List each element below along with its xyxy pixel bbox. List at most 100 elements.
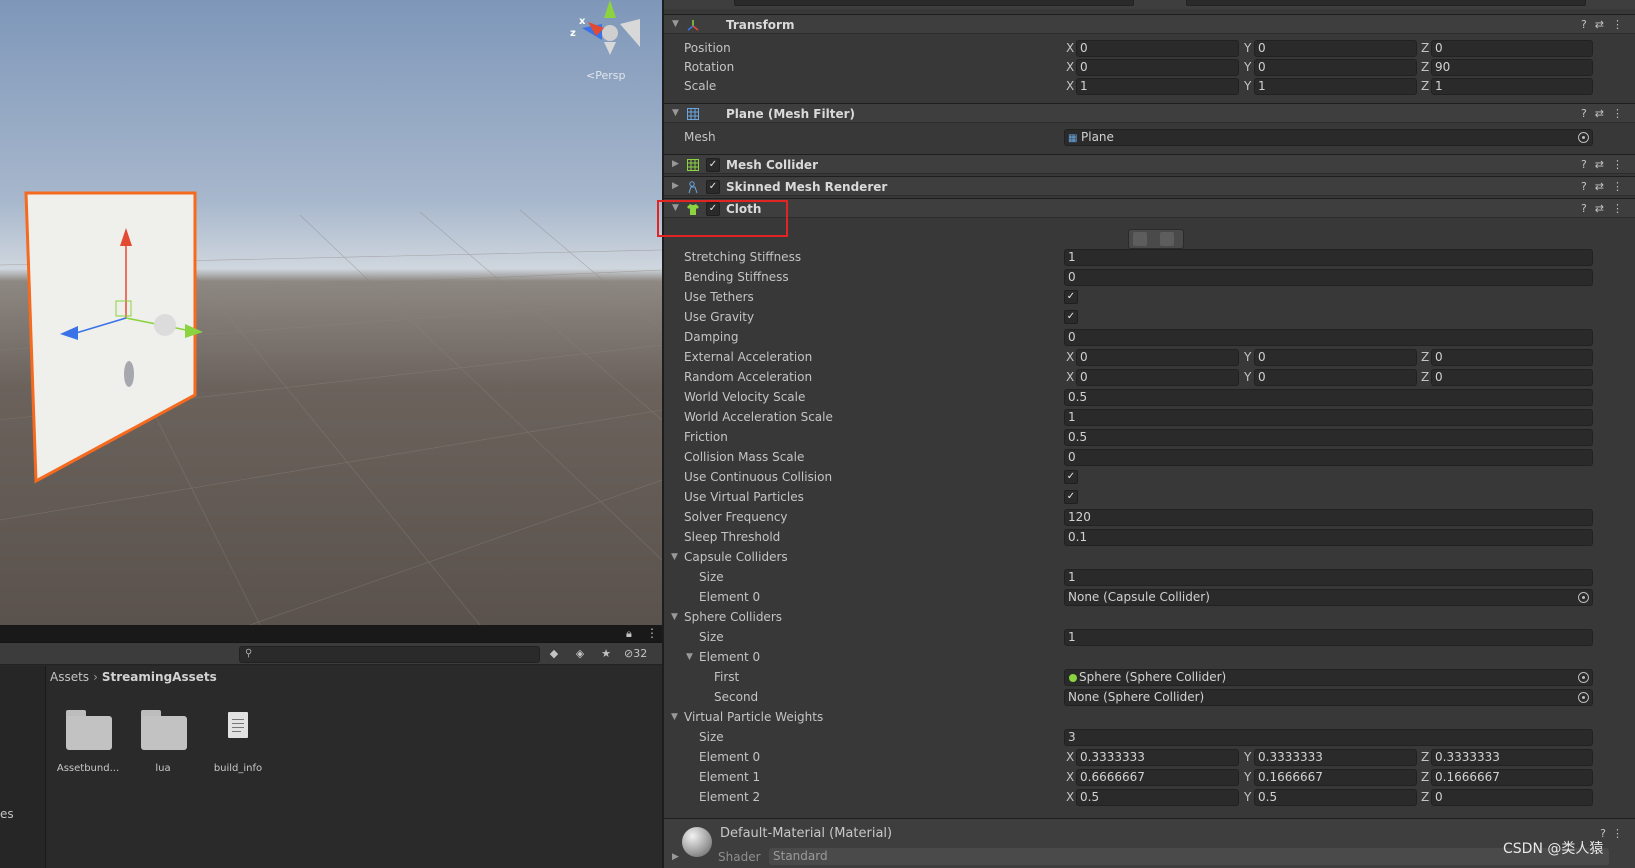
- x-axis-label[interactable]: X: [1066, 770, 1074, 784]
- vpw-element0-y-field[interactable]: 0.3333333: [1254, 749, 1417, 766]
- vpw-element1-y-field[interactable]: 0.1666667: [1254, 769, 1417, 786]
- position-z-field[interactable]: 0: [1431, 40, 1593, 57]
- edit-self-collision-icon[interactable]: [1160, 232, 1174, 246]
- material-header-icons[interactable]: ?⋮: [1600, 827, 1629, 840]
- z-axis-label[interactable]: Z: [1421, 60, 1429, 74]
- y-axis-label[interactable]: Y: [1244, 750, 1251, 764]
- world-velocity-scale-field[interactable]: 0.5: [1064, 389, 1593, 406]
- collision-mass-scale-field[interactable]: 0: [1064, 449, 1593, 466]
- asset-item[interactable]: Assetbund...: [50, 706, 126, 774]
- vpw-element2-z-field[interactable]: 0: [1431, 789, 1593, 806]
- y-axis-label[interactable]: Y: [1244, 790, 1251, 804]
- use-continuous-collision-checkbox[interactable]: ✓: [1064, 470, 1078, 484]
- component-header-icons[interactable]: ?⇄⋮: [1581, 180, 1631, 193]
- scene-canvas[interactable]: [0, 0, 662, 625]
- object-picker-icon[interactable]: [1578, 592, 1589, 603]
- y-axis-label[interactable]: Y: [1244, 370, 1251, 384]
- virtual-particle-weights-foldout[interactable]: ▼ Virtual Particle Weights: [664, 708, 1635, 727]
- tree-item-label[interactable]: es: [0, 807, 14, 821]
- search-by-type-icon[interactable]: ◆: [544, 645, 564, 663]
- asset-item[interactable]: lua: [125, 706, 201, 774]
- foldout-closed-icon[interactable]: ▶: [672, 159, 679, 169]
- x-axis-label[interactable]: X: [1066, 790, 1074, 804]
- foldout-open-icon[interactable]: ▼: [671, 552, 678, 562]
- random-acceleration-x-field[interactable]: 0: [1076, 369, 1239, 386]
- vpw-element1-x-field[interactable]: 0.6666667: [1076, 769, 1239, 786]
- position-y-field[interactable]: 0: [1254, 40, 1417, 57]
- vpw-element2-x-field[interactable]: 0.5: [1076, 789, 1239, 806]
- breadcrumb-assets[interactable]: Assets: [50, 670, 89, 684]
- layer-dropdown[interactable]: [1186, 0, 1586, 6]
- rotation-z-field[interactable]: 90: [1431, 59, 1593, 76]
- z-axis-label[interactable]: Z: [1421, 790, 1429, 804]
- z-axis-label[interactable]: Z: [1421, 79, 1429, 93]
- mesh-filter-header[interactable]: ▼ Plane (Mesh Filter) ?⇄⋮: [664, 103, 1635, 123]
- component-header-icons[interactable]: ?⇄⋮: [1581, 18, 1631, 31]
- vpw-element0-x-field[interactable]: 0.3333333: [1076, 749, 1239, 766]
- mesh-collider-enabled-checkbox[interactable]: ✓: [706, 158, 720, 172]
- foldout-open-icon[interactable]: ▼: [672, 19, 679, 29]
- breadcrumb-streamingassets[interactable]: StreamingAssets: [102, 670, 217, 684]
- y-axis-label[interactable]: Y: [1244, 79, 1251, 93]
- persp-toggle[interactable]: <Persp: [586, 69, 625, 82]
- cloth-header[interactable]: ▼ ✓ Cloth ?⇄⋮: [664, 198, 1635, 218]
- asset-item[interactable]: build_info: [200, 706, 276, 774]
- z-axis-label[interactable]: Z: [1421, 770, 1429, 784]
- x-axis-label[interactable]: X: [1066, 350, 1074, 364]
- bending-stiffness-field[interactable]: 0: [1064, 269, 1593, 286]
- foldout-open-icon[interactable]: ▼: [671, 612, 678, 622]
- capsule-element0-field[interactable]: None (Capsule Collider): [1064, 589, 1593, 606]
- sphere-object[interactable]: [154, 314, 176, 336]
- scale-y-field[interactable]: 1: [1254, 78, 1417, 95]
- damping-field[interactable]: 0: [1064, 329, 1593, 346]
- external-acceleration-y-field[interactable]: 0: [1254, 349, 1417, 366]
- object-picker-icon[interactable]: [1578, 692, 1589, 703]
- object-picker-icon[interactable]: [1578, 672, 1589, 683]
- foldout-closed-icon[interactable]: ▶: [672, 181, 679, 191]
- sphere-colliders-foldout[interactable]: ▼ Sphere Colliders: [664, 608, 1635, 627]
- lock-icon[interactable]: 🔒︎: [626, 627, 632, 641]
- y-axis-label[interactable]: Y: [1244, 41, 1251, 55]
- stretching-stiffness-field[interactable]: 1: [1064, 249, 1593, 266]
- sphere-size-field[interactable]: 1: [1064, 629, 1593, 646]
- capsule-size-field[interactable]: 1: [1064, 569, 1593, 586]
- sleep-threshold-field[interactable]: 0.1: [1064, 529, 1593, 546]
- x-axis-label[interactable]: X: [1066, 41, 1074, 55]
- edit-cloth-constraints-icon[interactable]: [1133, 232, 1147, 246]
- external-acceleration-x-field[interactable]: 0: [1076, 349, 1239, 366]
- use-virtual-particles-checkbox[interactable]: ✓: [1064, 490, 1078, 504]
- scene-view[interactable]: x z <Persp: [0, 0, 662, 625]
- skinned-mesh-renderer-enabled-checkbox[interactable]: ✓: [706, 180, 720, 194]
- z-axis-label[interactable]: Z: [1421, 41, 1429, 55]
- rotation-x-field[interactable]: 0: [1076, 59, 1239, 76]
- foldout-open-icon[interactable]: ▼: [686, 652, 693, 662]
- foldout-open-icon[interactable]: ▼: [671, 712, 678, 722]
- transform-header[interactable]: ▼ Transform ?⇄⋮: [664, 14, 1635, 34]
- sphere-second-field[interactable]: None (Sphere Collider): [1064, 689, 1593, 706]
- world-acceleration-scale-field[interactable]: 1: [1064, 409, 1593, 426]
- more-menu-icon[interactable]: ⋮: [646, 626, 658, 640]
- tag-dropdown[interactable]: [734, 0, 1134, 6]
- x-axis-label[interactable]: X: [1066, 79, 1074, 93]
- component-header-icons[interactable]: ?⇄⋮: [1581, 202, 1631, 215]
- search-input[interactable]: ⚲: [239, 646, 540, 663]
- capsule-colliders-foldout[interactable]: ▼ Capsule Colliders: [664, 548, 1635, 567]
- use-gravity-checkbox[interactable]: ✓: [1064, 310, 1078, 324]
- z-axis-label[interactable]: Z: [1421, 750, 1429, 764]
- scale-x-field[interactable]: 1: [1076, 78, 1239, 95]
- component-header-icons[interactable]: ?⇄⋮: [1581, 158, 1631, 171]
- object-picker-icon[interactable]: [1578, 132, 1589, 143]
- material-section[interactable]: Default-Material (Material) ?⋮ ▶ Shader …: [664, 818, 1635, 868]
- mesh-collider-header[interactable]: ▶ ✓ Mesh Collider ?⇄⋮: [664, 154, 1635, 174]
- y-axis-label[interactable]: Y: [1244, 350, 1251, 364]
- mesh-object-field[interactable]: ▦ Plane: [1064, 129, 1593, 146]
- random-acceleration-z-field[interactable]: 0: [1431, 369, 1593, 386]
- random-acceleration-y-field[interactable]: 0: [1254, 369, 1417, 386]
- search-by-label-icon[interactable]: ◈: [570, 645, 590, 663]
- component-header-icons[interactable]: ?⇄⋮: [1581, 107, 1631, 120]
- position-x-field[interactable]: 0: [1076, 40, 1239, 57]
- z-axis-label[interactable]: Z: [1421, 370, 1429, 384]
- project-folder-tree[interactable]: es: [0, 666, 46, 868]
- orientation-gizmo[interactable]: [582, 0, 640, 55]
- vpw-element2-y-field[interactable]: 0.5: [1254, 789, 1417, 806]
